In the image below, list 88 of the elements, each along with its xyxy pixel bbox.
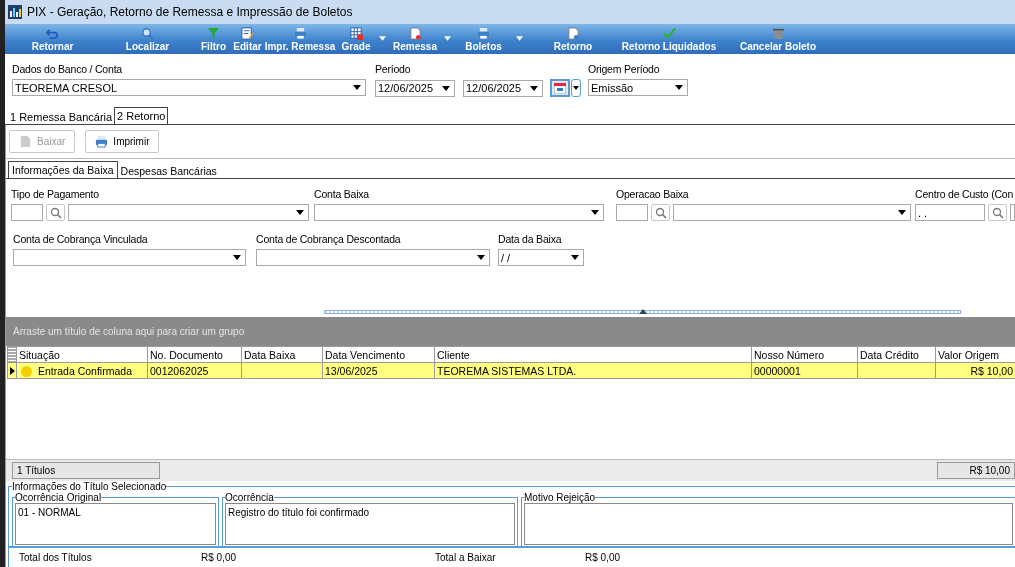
field-label: Período [375, 63, 412, 76]
period-origin-dropdown[interactable]: Emissão [588, 79, 688, 96]
tab[interactable]: Informações da Baixa [8, 161, 118, 178]
search-icon [141, 27, 154, 40]
column-header[interactable]: Data Crédito [857, 346, 936, 363]
document-icon [566, 27, 580, 40]
field-label: Conta de Cobrança Descontada [256, 233, 402, 246]
column-header[interactable]: Data Baixa [241, 346, 323, 363]
total-value: R$ 0,00 [585, 552, 622, 563]
printer-icon [95, 135, 109, 148]
dropdown-field[interactable] [256, 249, 490, 266]
column-header[interactable]: Valor Origem [935, 346, 1015, 363]
document-icon [408, 27, 422, 40]
group-hint: Arraste um título de coluna aqui para criar um grupo [13, 326, 245, 337]
grid-icon [349, 27, 363, 40]
column-header[interactable]: Nosso Número [751, 346, 858, 363]
total-label: Total a Baixar [435, 552, 497, 563]
text-area[interactable] [524, 503, 1013, 545]
grid-total: R$ 10,00 [937, 462, 1015, 479]
column-header[interactable]: Data Vencimento [322, 346, 435, 363]
dropdown-field[interactable] [68, 204, 309, 221]
calendar-button[interactable] [550, 79, 570, 97]
record-count: 1 Títulos [12, 462, 160, 479]
window-title: PIX - Geração, Retorno de Remessa e Impressão de Boletos [27, 5, 353, 19]
date-field[interactable]: 12/06/2025 [463, 79, 543, 97]
undo-icon [46, 27, 59, 40]
group-title: Informações do Título Selecionado [12, 481, 167, 492]
toolbar-button[interactable]: Filtro [195, 24, 232, 54]
field-label: Data da Baixa [498, 233, 563, 246]
text-area[interactable]: Registro do título foi confirmado [225, 503, 515, 545]
document-icon [19, 135, 32, 148]
field-label: Conta Baixa [314, 188, 370, 201]
caret-icon [444, 36, 451, 41]
input-field[interactable] [1010, 204, 1015, 221]
tab[interactable]: Despesas Bancárias [117, 163, 220, 178]
search-button[interactable] [988, 204, 1007, 221]
dropdown-field[interactable] [13, 249, 246, 266]
date-field[interactable]: 12/06/2025 [375, 79, 455, 97]
dropdown-caret-button[interactable] [571, 79, 581, 97]
printer-icon [293, 27, 307, 40]
column-chooser-icon[interactable] [7, 346, 17, 363]
toolbar-button[interactable]: Cancelar Boleto [719, 24, 837, 54]
app-icon [8, 5, 22, 19]
field-label: Centro de Custo (Con [915, 188, 1015, 201]
group-title: Motivo Rejeição [524, 492, 596, 503]
printer-icon [477, 27, 490, 40]
code-field[interactable] [616, 204, 648, 221]
tab[interactable]: 2 Retorno [114, 107, 169, 124]
code-field[interactable] [11, 204, 43, 221]
group-title: Ocorrência Original [15, 492, 102, 503]
toolbar-button[interactable]: Grade [337, 24, 375, 54]
field-label: Conta de Cobrança Vinculada [13, 233, 149, 246]
splitter-handle[interactable] [324, 310, 961, 314]
toolbar-button[interactable]: Remessa [390, 24, 440, 54]
edit-icon [241, 27, 254, 40]
caret-icon [516, 36, 523, 41]
field-label: Tipo de Pagamento [11, 188, 100, 201]
trash-icon [771, 27, 785, 40]
field-label: Operacao Baixa [616, 188, 690, 201]
caret-icon [379, 36, 386, 41]
dropdown-field[interactable] [673, 204, 911, 221]
text-area[interactable]: 01 - NORMAL [15, 503, 216, 545]
column-header[interactable]: No. Documento [147, 346, 242, 363]
toolbar-button[interactable]: Impr. Remessa [263, 24, 337, 54]
checkmark-icon [662, 27, 676, 40]
group-title: Ocorrência [225, 492, 274, 503]
print-button[interactable]: Imprimir [85, 130, 160, 153]
dropdown-field[interactable] [314, 204, 604, 221]
toolbar-button[interactable]: Localizar [100, 24, 195, 54]
dropdown-field[interactable]: / / [498, 249, 584, 266]
column-header[interactable]: Situação [16, 346, 148, 363]
toolbar-button[interactable]: Retorno Liquidados [619, 24, 719, 54]
total-value: R$ 0,00 [201, 552, 238, 563]
tab[interactable]: 1 Remessa Bancária [8, 109, 115, 124]
toolbar-button[interactable]: Retornar [5, 24, 100, 54]
search-button[interactable] [651, 204, 670, 221]
bank-account-dropdown[interactable]: TEOREMA CRESOL [12, 79, 366, 96]
toolbar-button[interactable]: Retorno [527, 24, 619, 54]
caret-icon [639, 309, 647, 314]
toolbar-button[interactable]: Editar [232, 24, 263, 54]
search-button[interactable] [46, 204, 65, 221]
field-label: Origem Período [588, 63, 661, 76]
code-field[interactable]: . . [915, 204, 985, 221]
field-label: Dados do Banco / Conta [12, 63, 123, 76]
column-header[interactable]: Cliente [434, 346, 752, 363]
total-label: Total dos Títulos [19, 552, 93, 563]
funnel-icon [207, 27, 220, 40]
toolbar-button[interactable]: Boletos [455, 24, 512, 54]
